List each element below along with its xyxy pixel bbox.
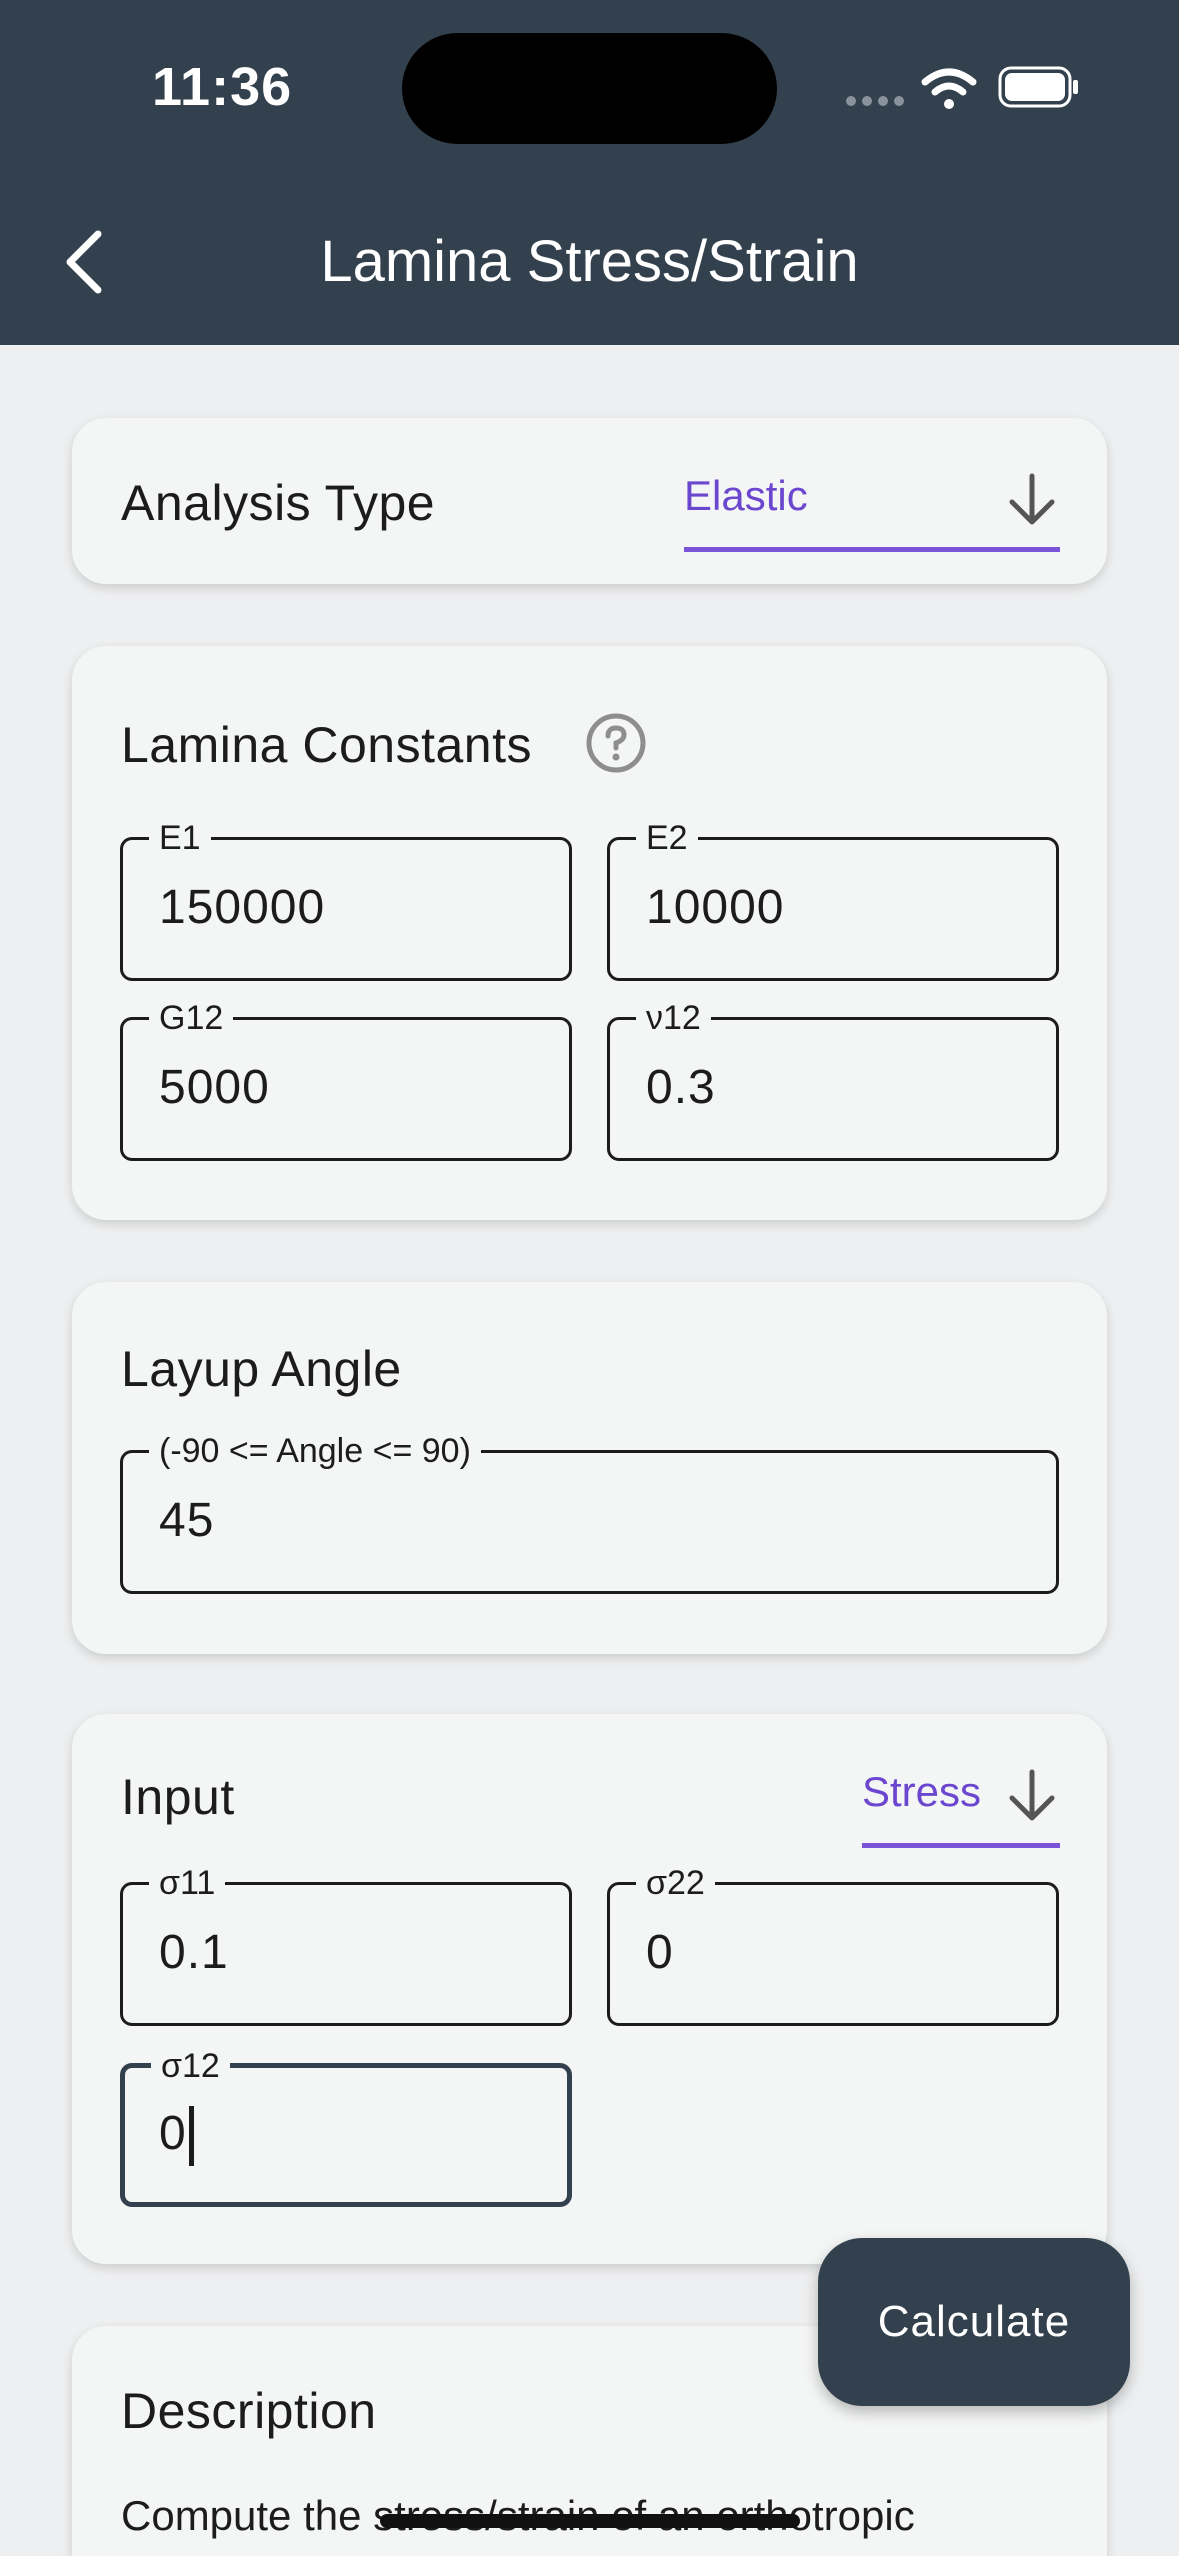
dynamic-island xyxy=(402,33,777,144)
layup-angle-card: Layup Angle (-90 <= Angle <= 90) 45 xyxy=(72,1282,1107,1654)
nu12-value: 0.3 xyxy=(646,1061,716,1114)
sigma11-field[interactable]: σ11 0.1 xyxy=(120,1863,572,2026)
arrow-down-icon xyxy=(1009,1769,1055,1821)
lamina-constants-title: Lamina Constants xyxy=(121,717,533,773)
layup-angle-field[interactable]: (-90 <= Angle <= 90) 45 xyxy=(120,1431,1059,1594)
arrow-down-icon xyxy=(1009,473,1055,525)
sigma22-value: 0 xyxy=(646,1926,674,1979)
analysis-type-value: Elastic xyxy=(684,472,808,519)
description-title: Description xyxy=(121,2383,377,2439)
sigma22-field[interactable]: σ22 0 xyxy=(607,1863,1059,2026)
input-mode-dropdown[interactable]: Stress xyxy=(862,1768,1060,1848)
sigma12-value-wrap: 0 xyxy=(159,2106,194,2167)
layup-angle-value: 45 xyxy=(159,1494,215,1547)
e2-field[interactable]: E2 10000 xyxy=(607,818,1059,981)
e2-label: E2 xyxy=(636,818,698,858)
sigma11-value: 0.1 xyxy=(159,1926,229,1979)
battery-icon xyxy=(998,66,1078,108)
input-mode-value: Stress xyxy=(862,1768,982,1815)
sigma11-label: σ11 xyxy=(149,1863,226,1903)
text-caret xyxy=(188,2106,194,2167)
header-bar: 11:36 Lamina Stress/Strain xyxy=(0,0,1179,345)
page-title: Lamina Stress/Strain xyxy=(320,229,859,294)
analysis-type-card: Analysis Type Elastic xyxy=(72,418,1107,584)
sigma22-label: σ22 xyxy=(636,1863,715,1903)
e1-value: 150000 xyxy=(159,881,326,934)
sigma12-field[interactable]: σ12 0 xyxy=(120,2046,572,2207)
nu12-field[interactable]: ν12 0.3 xyxy=(607,998,1059,1161)
e2-value: 10000 xyxy=(646,881,785,934)
home-indicator xyxy=(380,2514,800,2528)
wifi-icon xyxy=(921,68,977,109)
app-root: 11:36 Lamina Stress/Strain Analysis Type… xyxy=(0,0,1179,2556)
layup-angle-label: (-90 <= Angle <= 90) xyxy=(149,1431,481,1471)
cellular-signal-icon xyxy=(846,96,904,106)
calculate-button[interactable]: Calculate xyxy=(818,2238,1130,2406)
help-icon[interactable] xyxy=(585,712,647,774)
g12-label: G12 xyxy=(149,998,234,1038)
input-title: Input xyxy=(121,1769,235,1825)
g12-field[interactable]: G12 5000 xyxy=(120,998,572,1161)
analysis-type-dropdown[interactable]: Elastic xyxy=(684,472,1060,552)
input-card: Input Stress σ11 0.1 σ22 0 σ12 0 xyxy=(72,1714,1107,2264)
analysis-type-label: Analysis Type xyxy=(121,475,436,531)
e1-label: E1 xyxy=(149,818,211,858)
nu12-label: ν12 xyxy=(636,998,711,1038)
g12-value: 5000 xyxy=(159,1061,270,1114)
status-time: 11:36 xyxy=(152,57,293,117)
lamina-constants-card: Lamina Constants E1 150000 E2 10000 G12 … xyxy=(72,646,1107,1220)
sigma12-value: 0 xyxy=(159,2107,187,2160)
layup-angle-title: Layup Angle xyxy=(121,1341,402,1397)
sigma12-label: σ12 xyxy=(151,2046,230,2086)
e1-field[interactable]: E1 150000 xyxy=(120,818,572,981)
